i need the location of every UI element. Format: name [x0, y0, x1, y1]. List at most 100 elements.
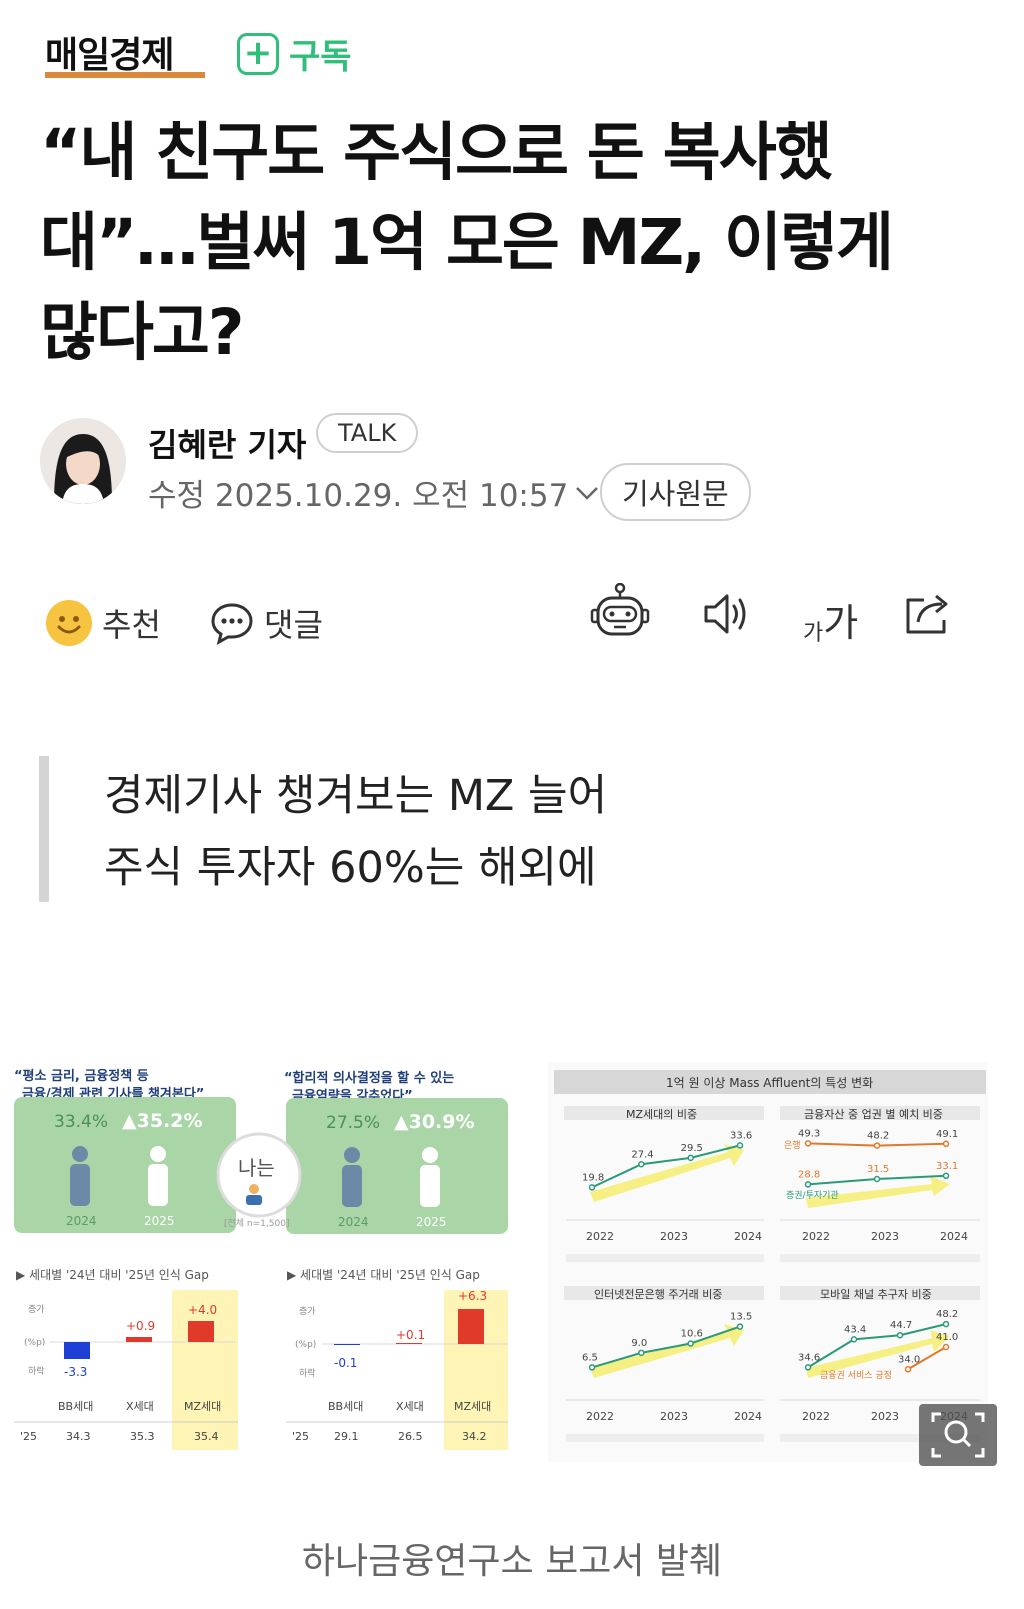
chart-title: 인터넷전문은행 주거래 비중 [594, 1288, 722, 1301]
comment-button[interactable]: 댓글 [210, 600, 323, 646]
q1-year: 2024 [66, 1214, 97, 1228]
axis-down-label: 하락 [299, 1367, 316, 1379]
q2-title-line: “합리적 의사결정을 할 수 있는 [284, 1070, 454, 1086]
speaker-button[interactable] [702, 592, 752, 640]
chart-title: MZ세대의 비중 [626, 1108, 697, 1121]
data-label: 34.0 [898, 1354, 920, 1365]
image-caption: 하나금융연구소 보고서 발췌 [301, 1541, 723, 1582]
data-point [904, 1366, 912, 1373]
series-label: 증권/투자기관 [786, 1189, 839, 1201]
category-label: MZ세대 [184, 1400, 221, 1413]
tick-label: 2022 [586, 1230, 614, 1243]
brand-logo[interactable]: 매일경제 [45, 26, 174, 78]
data-point [687, 1154, 694, 1162]
data-point [588, 1364, 596, 1371]
q2-2025-value: ▲30.9% [394, 1111, 475, 1133]
data-point [804, 1181, 812, 1188]
person-icon-2025 [148, 1146, 168, 1206]
brand-underline [45, 72, 205, 78]
value-label: 35.4 [194, 1430, 219, 1443]
infographic-svg: “평소 금리, 금융정책 등 금융/경제 관련 기사를 챙겨본다” “합리적 의… [0, 1062, 988, 1502]
series-label: 은행 [784, 1139, 801, 1151]
q1-year: 2025 [144, 1214, 175, 1228]
data-point [687, 1340, 694, 1347]
gap-bar [64, 1342, 90, 1359]
tick-label: 2022 [802, 1410, 830, 1423]
original-article-button[interactable]: 기사원문 [600, 463, 751, 521]
axis-unit-label: (%p) [24, 1338, 45, 1348]
data-label: 13.5 [730, 1312, 752, 1323]
center-label: 나는 [238, 1156, 275, 1180]
gap-bar [188, 1321, 214, 1342]
data-label: 44.7 [890, 1320, 912, 1331]
category-label: BB세대 [328, 1400, 363, 1413]
axis-up-label: 증가 [299, 1306, 316, 1317]
person-icon-2025 [420, 1147, 440, 1207]
font-size-large-label: 가 [823, 601, 859, 645]
person-icon-2024 [342, 1147, 362, 1207]
data-point [804, 1364, 812, 1371]
q2-2024-value: 27.5% [326, 1113, 380, 1133]
summary-line: 경제기사 챙겨보는 MZ 늘어 [104, 771, 608, 821]
plus-icon: + [237, 32, 279, 75]
data-point [804, 1140, 812, 1147]
data-label: 33.6 [730, 1130, 752, 1141]
tick-label: 2024 [940, 1230, 968, 1243]
article-infographic[interactable]: “평소 금리, 금융정책 등 금융/경제 관련 기사를 챙겨본다” “합리적 의… [0, 1062, 1024, 1502]
data-label: 34.6 [798, 1352, 820, 1363]
data-label: 9.0 [631, 1338, 647, 1349]
category-label: MZ세대 [454, 1400, 491, 1413]
chevron-down-icon [576, 486, 599, 500]
q1-2025-value: ▲35.2% [122, 1110, 203, 1132]
series-label: 금융권 서비스 긍정 [820, 1369, 892, 1381]
article-summary: 경제기사 챙겨보는 MZ 늘어 주식 투자자 60%는 해외에 [104, 760, 607, 904]
axis-up-label: 증가 [28, 1304, 45, 1315]
smile-icon [46, 600, 92, 646]
summary-line: 주식 투자자 60%는 해외에 [104, 843, 597, 893]
ai-summary-button[interactable] [590, 582, 650, 645]
zoom-image-button[interactable] [919, 1404, 997, 1466]
subscribe-button[interactable]: + 구독 [237, 29, 352, 78]
talk-button[interactable]: TALK [316, 413, 419, 453]
value-label: 29.1 [334, 1430, 359, 1443]
center-note: [전체 n=1,500] [224, 1218, 289, 1229]
subscribe-label: 구독 [289, 37, 352, 77]
category-label: BB세대 [58, 1400, 93, 1413]
category-label: X세대 [126, 1400, 154, 1413]
data-label: 49.1 [936, 1129, 958, 1140]
author-avatar[interactable] [40, 418, 126, 504]
data-label: 27.4 [631, 1149, 653, 1160]
share-button[interactable] [904, 590, 954, 640]
gap-bar [126, 1337, 152, 1342]
font-size-button[interactable]: 가 가 [803, 592, 858, 647]
share-icon [906, 594, 948, 634]
recommend-button[interactable]: 추천 [46, 600, 161, 646]
row-label: '25 [20, 1430, 37, 1443]
data-label: 10.6 [681, 1329, 703, 1340]
q2-year: 2025 [416, 1215, 447, 1229]
gap-label: -3.3 [64, 1365, 87, 1379]
article-title: “내 친구도 주식으로 돈 복사했 대”…벌써 1억 모은 MZ, 이렇게 많다… [40, 108, 980, 378]
q1-2024-value: 33.4% [54, 1112, 108, 1132]
date-text: 수정 2025.10.29. 오전 10:57 [148, 478, 569, 514]
tick-label: 2023 [871, 1230, 899, 1243]
data-label: 48.2 [936, 1309, 958, 1320]
comment-label: 댓글 [264, 606, 323, 644]
chart-title: 모바일 채널 추구자 비중 [820, 1287, 932, 1301]
person-icon-2024 [70, 1146, 90, 1206]
gap-bar [396, 1343, 422, 1344]
article-date[interactable]: 수정 2025.10.29. 오전 10:57 [148, 470, 600, 515]
data-label: 19.8 [582, 1172, 604, 1183]
value-label: 35.3 [130, 1430, 155, 1443]
recommend-label: 추천 [102, 606, 161, 644]
author-name[interactable]: 김혜란 기자 [148, 420, 306, 466]
robot-icon [590, 582, 650, 636]
data-point [896, 1331, 904, 1339]
gap-label: +0.9 [126, 1319, 155, 1333]
font-size-small-label: 가 [803, 621, 824, 646]
tick-label: 2022 [586, 1410, 614, 1423]
gap-bar [334, 1344, 360, 1345]
comment-icon [211, 603, 253, 645]
data-point [942, 1320, 950, 1328]
gap-label: +4.0 [188, 1303, 217, 1317]
